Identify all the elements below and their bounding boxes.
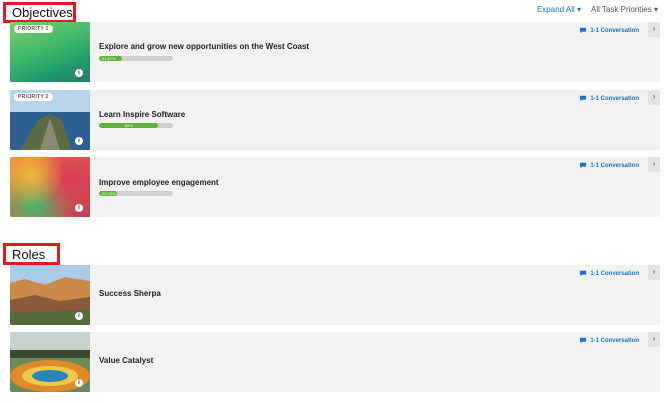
role-title[interactable]: Value Catalyst [99, 356, 153, 365]
info-icon[interactable]: i [75, 379, 83, 387]
objective-title[interactable]: Learn Inspire Software [99, 110, 185, 119]
conversation-label: 1-1 Conversation [590, 27, 639, 34]
objective-progress-bar: 31.67% [99, 56, 173, 61]
roles-section-title: Roles [3, 243, 60, 265]
conversation-link[interactable]: 1-1 Conversation [579, 27, 639, 34]
objective-card[interactable]: PRIORITY 2 i Learn Inspire Software 80% … [10, 90, 660, 150]
chat-bubble-icon [580, 337, 587, 344]
role-title[interactable]: Success Sherpa [99, 289, 161, 298]
task-priorities-dropdown[interactable]: All Task Priorities ▾ [591, 5, 658, 14]
chat-bubble-icon [580, 95, 587, 102]
objective-card[interactable]: i Improve employee engagement 23.75% 1-1… [10, 157, 660, 217]
objectives-section-title: Objectives [3, 2, 76, 23]
priority-badge: PRIORITY 2 [14, 93, 53, 101]
info-icon[interactable]: i [75, 204, 83, 212]
chevron-right-icon[interactable]: › [648, 157, 660, 172]
conversation-link[interactable]: 1-1 Conversation [579, 337, 639, 344]
progress-fill: 80% [99, 123, 159, 128]
conversation-label: 1-1 Conversation [590, 95, 639, 102]
conversation-label: 1-1 Conversation [590, 270, 639, 277]
roles-title-text: Roles [12, 246, 46, 262]
objectives-title-text: Objectives [12, 5, 73, 20]
top-controls: Expand All ▾ All Task Priorities ▾ [537, 5, 658, 14]
conversation-label: 1-1 Conversation [590, 337, 639, 344]
role-card[interactable]: i Success Sherpa 1-1 Conversation › [10, 265, 660, 325]
chat-bubble-icon [580, 270, 587, 277]
conversation-link[interactable]: 1-1 Conversation [579, 270, 639, 277]
chat-bubble-icon [580, 27, 587, 34]
chevron-right-icon[interactable]: › [648, 332, 660, 347]
conversation-link[interactable]: 1-1 Conversation [579, 95, 639, 102]
chevron-right-icon[interactable]: › [648, 265, 660, 280]
info-icon[interactable]: i [75, 69, 83, 77]
chevron-right-icon[interactable]: › [648, 22, 660, 37]
objective-progress-bar: 23.75% [99, 191, 173, 196]
priority-badge: PRIORITY 1 [14, 25, 53, 33]
objective-title[interactable]: Explore and grow new opportunities on th… [99, 42, 309, 51]
objective-card[interactable]: PRIORITY 1 i Explore and grow new opport… [10, 22, 660, 82]
info-icon[interactable]: i [75, 312, 83, 320]
role-card[interactable]: i Value Catalyst 1-1 Conversation › [10, 332, 660, 392]
progress-fill: 23.75% [99, 191, 117, 196]
objective-title[interactable]: Improve employee engagement [99, 178, 219, 187]
chevron-right-icon[interactable]: › [648, 90, 660, 105]
objective-progress-bar: 80% [99, 123, 173, 128]
chat-bubble-icon [580, 162, 587, 169]
progress-fill: 31.67% [99, 56, 123, 61]
expand-all-button[interactable]: Expand All ▾ [537, 5, 581, 14]
info-icon[interactable]: i [75, 137, 83, 145]
conversation-link[interactable]: 1-1 Conversation [579, 162, 639, 169]
conversation-label: 1-1 Conversation [590, 162, 639, 169]
